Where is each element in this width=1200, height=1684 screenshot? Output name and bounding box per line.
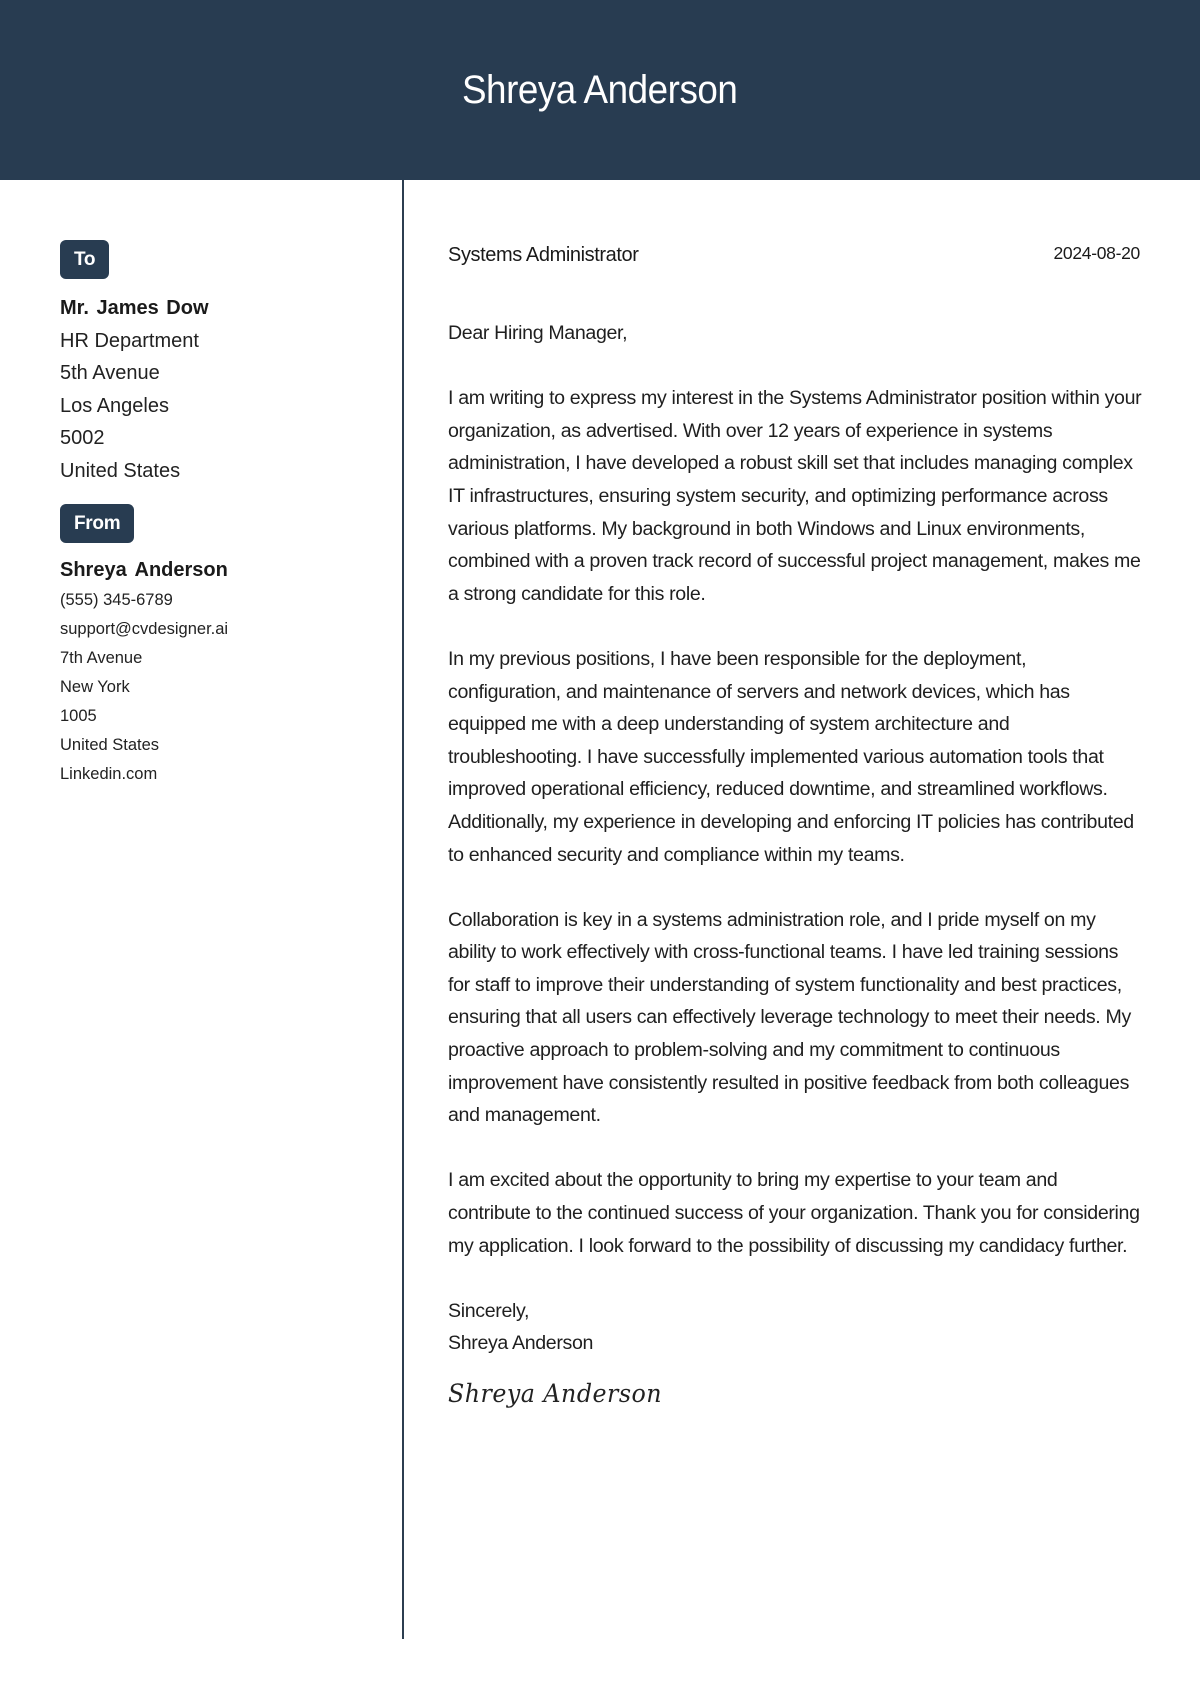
sender-country: United States — [60, 735, 160, 754]
to-badge: To — [60, 240, 110, 279]
from-badge: From — [60, 503, 135, 543]
signature: Shreya Anderson — [448, 1379, 663, 1408]
sender-street: 7th Avenue — [60, 648, 143, 667]
recipient-street: 5th Avenue — [60, 362, 160, 385]
paragraph-3: Collaboration is key in a systems admini… — [448, 908, 1131, 1127]
sender-block: Shreya Anderson (555) 345-6789 support@c… — [60, 555, 380, 789]
sender-city: New York — [60, 677, 130, 696]
column-divider — [402, 180, 404, 1639]
closing: Sincerely, — [448, 1299, 530, 1322]
sender-email[interactable]: support@cvdesigner.ai — [60, 615, 380, 644]
paragraph-1: I am writing to express my interest in t… — [448, 387, 1142, 605]
letter-body: Systems Administrator 2024-08-20 Dear Hi… — [448, 240, 1143, 1411]
recipient-name: Mr. James Dow — [60, 297, 209, 319]
letter-content: Dear Hiring Manager, I am writing to exp… — [448, 317, 1143, 1411]
sender-name: Shreya Anderson — [60, 558, 228, 581]
paragraph-2: In my previous positions, I have been re… — [448, 647, 1134, 866]
letter-title-row: Systems Administrator 2024-08-20 — [448, 240, 1143, 272]
recipient-city: Los Angeles — [60, 394, 169, 417]
sender-zip: 1005 — [60, 706, 97, 725]
job-title: Systems Administrator — [448, 244, 639, 266]
greeting: Dear Hiring Manager, — [448, 322, 628, 344]
recipient-country: United States — [60, 459, 181, 482]
applicant-name: Shreya Anderson — [462, 67, 738, 112]
recipient-department: HR Department — [60, 329, 199, 352]
letter-date: 2024-08-20 — [1053, 243, 1140, 263]
paragraph-4: I am excited about the opportunity to br… — [448, 1169, 1140, 1257]
sidebar: To Mr. James Dow HR Department 5th Avenu… — [60, 240, 380, 789]
header-banner: Shreya Anderson — [0, 0, 1200, 180]
sender-phone: (555) 345-6789 — [60, 590, 173, 609]
sender-website[interactable]: Linkedin.com — [60, 760, 380, 789]
closing-name: Shreya Anderson — [448, 1332, 594, 1355]
recipient-block: Mr. James Dow HR Department 5th Avenue L… — [60, 292, 380, 488]
recipient-zip: 5002 — [60, 427, 105, 450]
